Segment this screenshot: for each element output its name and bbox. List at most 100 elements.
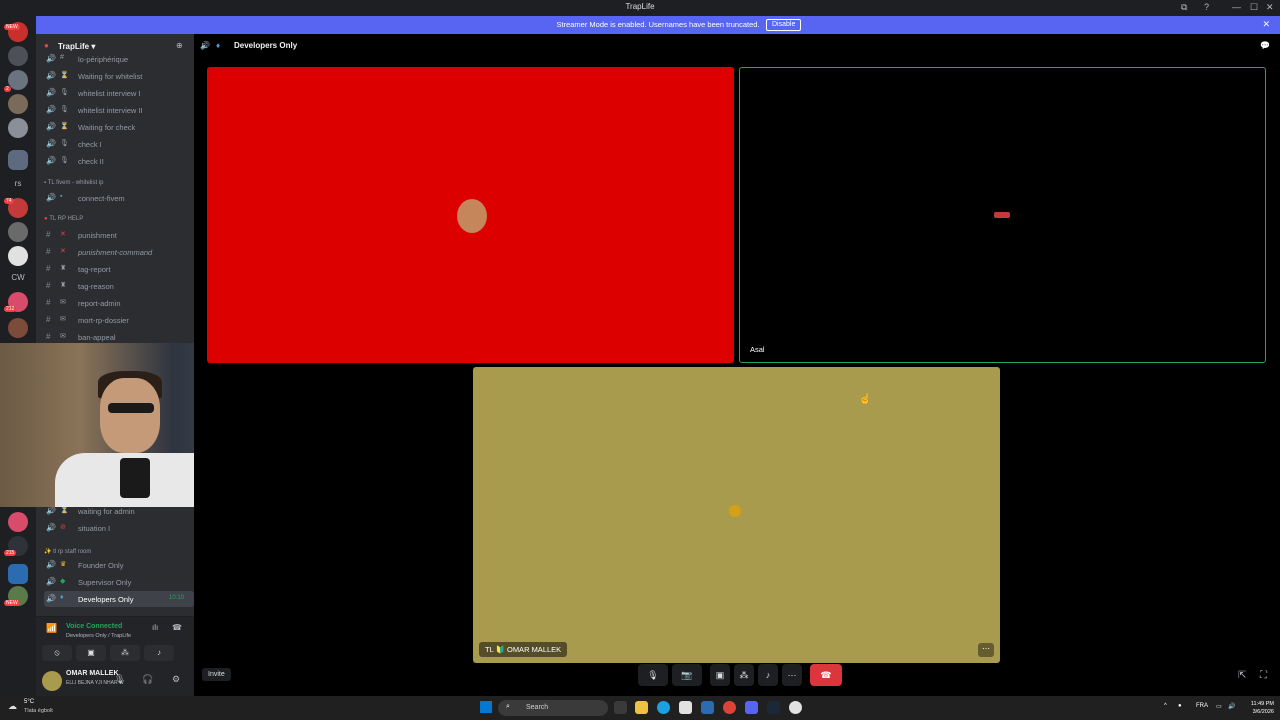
channel-item[interactable]: # ♜ tag-report <box>44 261 194 277</box>
server-icon[interactable] <box>8 70 28 90</box>
server-icon[interactable] <box>8 46 28 66</box>
channel-item[interactable]: 🔊 ⏳ Waiting for check <box>44 119 194 135</box>
tray-app-icon[interactable]: ● <box>1178 703 1182 709</box>
weather-temp[interactable]: 5°C <box>24 699 34 705</box>
store-icon[interactable] <box>679 701 692 714</box>
mute-button[interactable]: 🎙 <box>638 664 668 686</box>
help-icon[interactable]: ? <box>1204 2 1209 12</box>
file-explorer-icon[interactable] <box>635 701 648 714</box>
guild-name: TrapLife ▾ <box>58 42 96 51</box>
discord-icon[interactable] <box>745 701 758 714</box>
close-banner-icon[interactable]: ✕ <box>1262 19 1270 30</box>
channel-item[interactable]: 🔊 ◆ Supervisor Only <box>44 574 194 590</box>
channel-item[interactable]: # ♜ tag-reason <box>44 278 194 294</box>
server-icon[interactable] <box>8 118 28 138</box>
volume-icon[interactable]: 🔊 <box>1228 703 1235 710</box>
server-badge: NEW <box>4 24 20 30</box>
channel-item[interactable]: 🔊 🎙 check I <box>44 136 194 152</box>
server-icon[interactable] <box>8 222 28 242</box>
activities-button[interactable]: ⁂ <box>734 664 754 686</box>
popout-icon[interactable]: ⇱ <box>1238 670 1246 681</box>
server-icon[interactable] <box>8 564 28 584</box>
headphones-icon[interactable]: 🎧 <box>142 674 153 685</box>
soundboard-button[interactable]: ♪ <box>144 645 174 661</box>
channel-item[interactable]: 🔊 ▪ connect-fivem <box>44 190 194 206</box>
participant-tile-speaking[interactable]: Asal <box>739 67 1266 363</box>
disconnect-icon[interactable]: ☎ <box>172 623 182 632</box>
channel-item[interactable]: # ✕ punishment <box>44 227 194 243</box>
server-icon[interactable] <box>8 318 28 338</box>
server-text-icon[interactable]: CW <box>0 273 36 282</box>
maximize-button[interactable]: ☐ <box>1250 2 1258 13</box>
server-icon[interactable] <box>8 94 28 114</box>
start-button[interactable] <box>480 701 492 713</box>
mic-icon: 🎙 <box>60 106 69 113</box>
mic-icon: 🎙 <box>60 140 69 147</box>
noise-icon[interactable]: ılı <box>152 623 158 632</box>
participant-avatar <box>729 505 741 517</box>
category-header[interactable]: ✨ tl rp staff room <box>44 548 91 555</box>
category-header[interactable]: ● TL RP HELP <box>44 216 83 222</box>
close-window-button[interactable]: ✕ <box>1266 2 1274 13</box>
network-icon[interactable]: ▭ <box>1216 703 1222 710</box>
chat-icon[interactable]: 💬 <box>1260 41 1270 50</box>
soundboard-button[interactable]: ♪ <box>758 664 778 686</box>
hourglass-icon: ⏳ <box>60 72 69 79</box>
channel-item-active[interactable]: 🔊 ♦ Developers Only 10:10 <box>44 591 194 607</box>
camera-off-button[interactable]: ⦸ <box>42 645 72 661</box>
channel-item[interactable]: 🔊 🎙 whitelist interview II <box>44 102 194 118</box>
microphone-icon[interactable]: 🎙 <box>114 674 125 685</box>
diamond-icon: ♦ <box>60 594 64 601</box>
channel-item[interactable]: 🔊 🎙 whitelist interview I <box>44 85 194 101</box>
minimize-button[interactable]: — <box>1232 2 1241 12</box>
screen-share-button[interactable]: ▣ <box>710 664 730 686</box>
chrome-icon[interactable] <box>723 701 736 714</box>
channel-item[interactable]: # ✉ mort-rp-dossier <box>44 312 194 328</box>
hash-icon: # <box>46 264 51 273</box>
fullscreen-icon[interactable]: ⛶ <box>1260 670 1267 681</box>
tray-chevron-icon[interactable]: ^ <box>1164 703 1167 709</box>
edge-icon[interactable] <box>657 701 670 714</box>
participant-name: TL 🔰 OMAR MALLEK <box>479 642 568 657</box>
disable-streamer-mode-button[interactable]: Disable <box>766 19 802 31</box>
app-icon[interactable] <box>701 701 714 714</box>
steam-icon[interactable] <box>767 701 780 714</box>
add-member-icon[interactable]: ⊕ <box>176 41 183 50</box>
category-header[interactable]: ▪ TL fivem - whitelist ip <box>44 180 103 186</box>
language-indicator[interactable]: FRA <box>1196 703 1208 709</box>
inbox-icon[interactable]: ⧉ <box>1181 2 1187 13</box>
invite-button[interactable]: Invite <box>202 668 231 681</box>
guild-icon: ● <box>44 41 49 50</box>
gear-icon[interactable]: ⚙ <box>172 674 180 685</box>
camera-button[interactable]: 📷 <box>672 664 702 686</box>
more-options-button[interactable]: ⋯ <box>978 643 994 657</box>
taskbar-search[interactable]: ⌕ Search <box>498 700 608 716</box>
channel-item[interactable]: 🔊 ⏳ Waiting for whitelist <box>44 68 194 84</box>
participant-tile[interactable]: TL 🔰 OMAR MALLEK ⋯ <box>473 367 1000 663</box>
channel-item[interactable]: 🔊 🎙 check II <box>44 153 194 169</box>
server-icon[interactable] <box>8 512 28 532</box>
screen-share-button[interactable]: ▣ <box>76 645 106 661</box>
channel-item[interactable]: # ✕ punishment-command <box>44 244 194 260</box>
leave-call-button[interactable]: ☎ <box>810 664 842 686</box>
channel-item[interactable]: 🔊 # lo-périphérique <box>44 51 194 67</box>
activities-button[interactable]: ⁂ <box>110 645 140 661</box>
search-icon: ⌕ <box>506 703 510 710</box>
server-icon[interactable] <box>8 246 28 266</box>
more-button[interactable]: ⋯ <box>782 664 802 686</box>
voice-icon: 🔊 <box>46 156 56 165</box>
channel-name: tag-report <box>78 265 111 274</box>
participant-tile[interactable] <box>207 67 734 363</box>
server-icon[interactable] <box>8 150 28 170</box>
avatar[interactable] <box>42 671 62 691</box>
channel-item[interactable]: 🔊 ⊘ situation I <box>44 520 194 536</box>
channel-item[interactable]: # ✉ report-admin <box>44 295 194 311</box>
voice-channel-path[interactable]: Developers Only / TrapLife <box>66 633 131 639</box>
app-icon[interactable] <box>789 701 802 714</box>
server-text-icon[interactable]: rs <box>0 179 36 188</box>
weather-icon: ☁ <box>8 701 17 711</box>
channel-item[interactable]: 🔊 ♛ Founder Only <box>44 557 194 573</box>
task-view-icon[interactable] <box>614 701 627 714</box>
clock[interactable]: 11:49 PM 3/6/2026 <box>1240 700 1274 716</box>
call-timer: 10:10 <box>168 595 184 601</box>
